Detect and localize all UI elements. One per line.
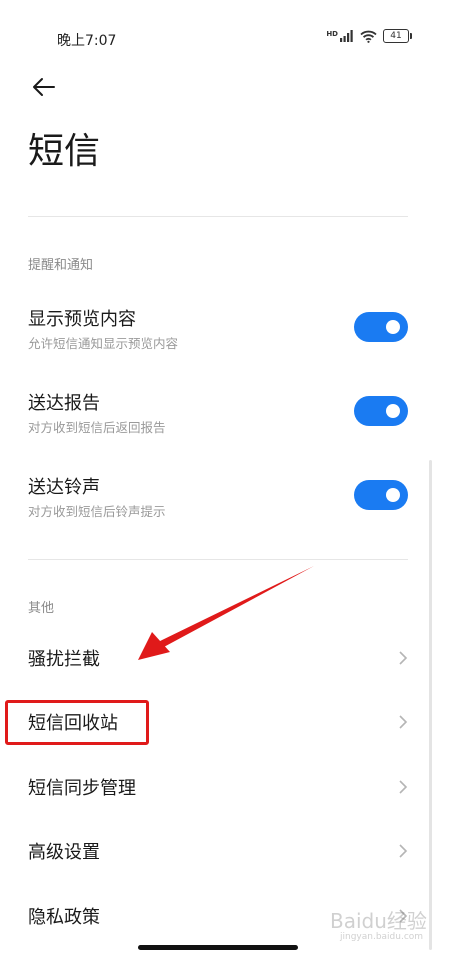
watermark-url: jingyan.baidu.com (340, 932, 424, 942)
nav-harassment-block[interactable]: 骚扰拦截 (28, 633, 408, 683)
delivery-ringtone-toggle[interactable] (354, 480, 408, 510)
chevron-right-icon (399, 715, 408, 729)
nav-label: 隐私政策 (28, 907, 100, 928)
divider (28, 216, 408, 217)
signal-icon: HD (326, 30, 354, 42)
battery-icon: 41 (383, 29, 412, 43)
status-bar: 晚上7:07 HD 41 (0, 0, 453, 70)
setting-title: 送达铃声 (28, 477, 100, 498)
annotation-highlight-box (5, 700, 149, 745)
wifi-icon (360, 30, 377, 43)
setting-delivery-ringtone: 送达铃声 对方收到短信后铃声提示 (28, 473, 408, 533)
nav-advanced-settings[interactable]: 高级设置 (28, 826, 408, 876)
show-preview-toggle[interactable] (354, 312, 408, 342)
scrollbar[interactable] (429, 460, 432, 950)
status-time: 晚上7:07 (57, 33, 117, 49)
setting-title: 显示预览内容 (28, 309, 136, 330)
chevron-right-icon (399, 780, 408, 794)
chevron-right-icon (399, 844, 408, 858)
divider (28, 559, 408, 560)
setting-subtitle: 对方收到短信后铃声提示 (28, 504, 166, 519)
nav-label: 短信同步管理 (28, 778, 136, 799)
back-button[interactable] (28, 72, 64, 102)
back-arrow-icon (33, 78, 55, 96)
nav-sms-sync[interactable]: 短信同步管理 (28, 762, 408, 812)
delivery-report-toggle[interactable] (354, 396, 408, 426)
nav-label: 骚扰拦截 (28, 649, 100, 670)
watermark-logo: Baidu经验 (330, 909, 427, 933)
setting-subtitle: 对方收到短信后返回报告 (28, 420, 166, 435)
section-header-notifications: 提醒和通知 (28, 258, 94, 273)
home-indicator[interactable] (138, 945, 298, 950)
page-title: 短信 (28, 131, 101, 172)
hd-label: HD (326, 30, 338, 38)
nav-label: 高级设置 (28, 842, 100, 863)
section-header-other: 其他 (28, 601, 55, 616)
setting-subtitle: 允许短信通知显示预览内容 (28, 336, 179, 351)
setting-delivery-report: 送达报告 对方收到短信后返回报告 (28, 389, 408, 449)
setting-title: 送达报告 (28, 393, 100, 414)
status-icons: HD 41 (326, 29, 412, 43)
chevron-right-icon (399, 651, 408, 665)
setting-show-preview: 显示预览内容 允许短信通知显示预览内容 (28, 305, 408, 365)
